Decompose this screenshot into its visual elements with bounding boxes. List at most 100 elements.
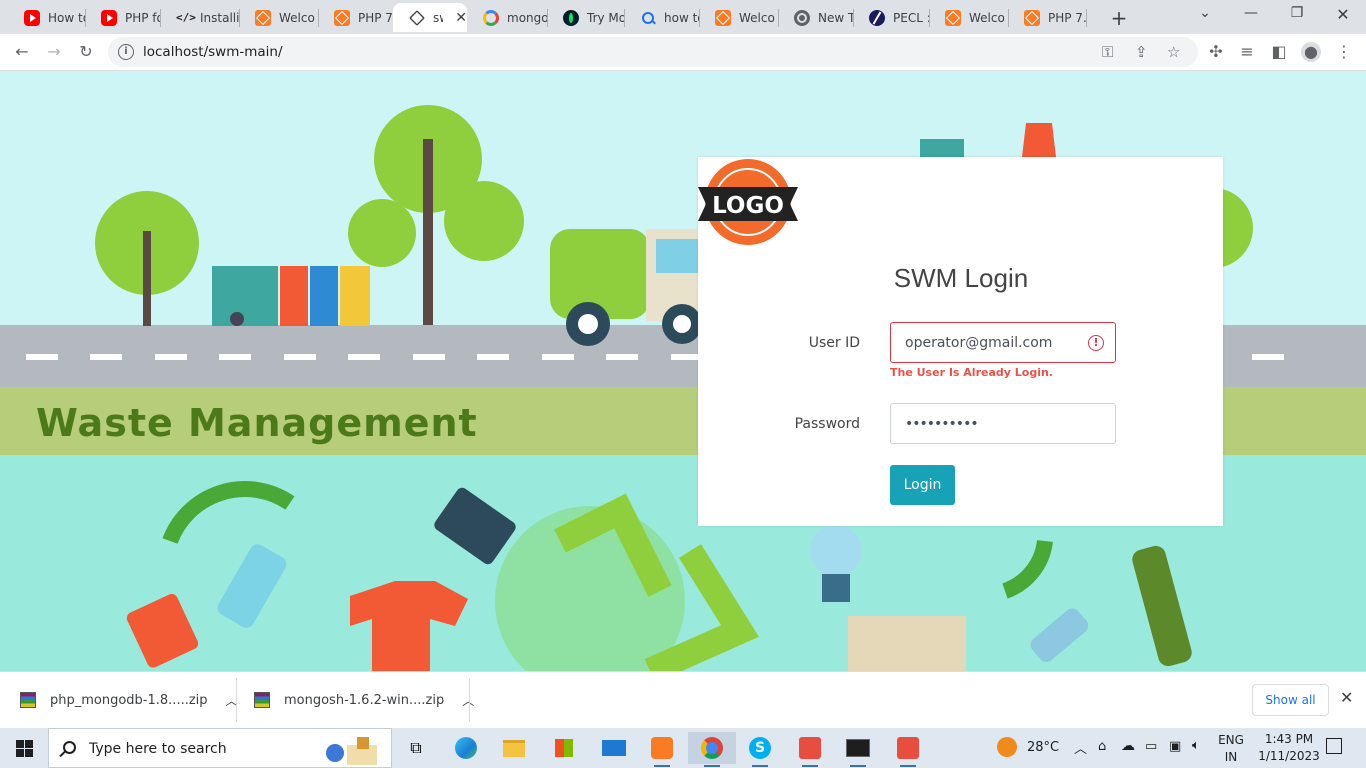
page-content: Waste Management LOGO SWM Login User ID … [0, 71, 1366, 671]
tab-title[interactable]: Try Mo [587, 11, 624, 25]
tab-title[interactable]: mongo [507, 11, 547, 25]
user-id-field[interactable]: operator@gmail.com ! [890, 322, 1116, 363]
code-icon: </> [176, 10, 196, 24]
tab-title[interactable]: swi [433, 11, 443, 25]
skype-icon[interactable]: S [736, 732, 784, 767]
back-arrow-icon[interactable]: ← [12, 42, 32, 62]
layers-icon [409, 9, 425, 26]
tab-title[interactable]: Welco [969, 11, 1005, 25]
onedrive-cloud-icon[interactable]: ☁ [1121, 738, 1135, 754]
forward-arrow-icon[interactable]: → [44, 42, 64, 62]
task-view-icon[interactable]: ⧉ [392, 732, 440, 764]
reading-list-icon[interactable]: ≡ [1237, 42, 1257, 62]
close-icon[interactable]: ✕ [1340, 688, 1353, 707]
password-field[interactable]: •••••••••• [890, 403, 1116, 444]
tab-4[interactable]: Welco [239, 3, 318, 32]
tab-title[interactable]: PHP 7. [1048, 11, 1086, 25]
battery-icon[interactable]: ▭ [1145, 739, 1157, 754]
tab-13[interactable]: Welco [929, 3, 1008, 32]
tab-10[interactable]: Welco [699, 3, 778, 32]
chevron-up-tray-icon[interactable]: ︿ [1074, 738, 1087, 757]
download-file-name[interactable]: mongosh-1.6.2-win....zip [284, 693, 444, 708]
xampp-icon [715, 9, 731, 26]
download-item-mongosh[interactable]: mongosh-1.6.2-win....zip ︿ [254, 672, 474, 728]
tab-3[interactable]: </> Installi [160, 3, 239, 32]
banner-title: Waste Management [36, 401, 478, 445]
tab-title[interactable]: Welco [739, 11, 775, 25]
chrome-taskbar-icon[interactable] [688, 732, 736, 767]
xampp-taskbar-icon[interactable] [638, 732, 686, 767]
tab-8[interactable]: Try Mo [547, 3, 624, 32]
site-info-icon[interactable]: i [118, 44, 134, 60]
profile-avatar-icon[interactable]: ● [1301, 42, 1321, 62]
git-app-icon-2[interactable] [884, 732, 932, 767]
browser-toolbar: ← → ↻ i localhost/swm-main/ ⚿ ⇪ ☆ ✣ ≡ ◧ … [0, 34, 1366, 71]
archive-file-icon [254, 692, 270, 708]
tab-12[interactable]: PECL :: [853, 3, 929, 32]
key-icon[interactable]: ⚿ [1102, 43, 1113, 61]
volume-icon[interactable]: 🔈︎ [1192, 738, 1200, 753]
edge-browser-icon[interactable] [442, 732, 490, 764]
xampp-icon [1024, 9, 1040, 26]
login-title: SWM Login [893, 263, 1029, 293]
windows-start-button[interactable] [16, 740, 33, 757]
weather-sun-icon[interactable] [997, 737, 1017, 757]
taskbar-search-box[interactable]: Type here to search [48, 728, 392, 768]
tab-14[interactable]: PHP 7. [1008, 3, 1086, 32]
tab-11[interactable]: New Ta [778, 3, 853, 32]
url-text[interactable]: localhost/swm-main/ [143, 44, 283, 60]
search-icon [63, 741, 76, 754]
new-tab-button[interactable]: + [1108, 6, 1130, 30]
bookmark-star-icon[interactable]: ☆ [1167, 43, 1180, 61]
tab-search-chevron-icon[interactable]: ⌄ [1182, 5, 1228, 21]
minimize-button[interactable]: — [1228, 5, 1274, 21]
reload-icon[interactable]: ↻ [76, 42, 96, 62]
close-tab-icon[interactable]: ✕ [455, 10, 467, 26]
tab-5[interactable]: PHP 7. [318, 3, 393, 32]
tab-title[interactable]: How to [48, 11, 85, 25]
login-button[interactable]: Login [890, 465, 955, 505]
tab-2[interactable]: PHP fo [85, 3, 160, 32]
temperature-text[interactable]: 28°C [1027, 740, 1059, 755]
login-card: LOGO SWM Login User ID operator@gmail.co… [698, 157, 1223, 526]
terminal-icon[interactable] [834, 732, 882, 767]
notifications-icon[interactable] [1326, 738, 1342, 754]
more-menu-icon[interactable]: ⋮ [1334, 42, 1354, 62]
tab-title[interactable]: PHP fo [125, 11, 160, 25]
youtube-icon [24, 9, 40, 26]
show-all-button[interactable]: Show all [1252, 684, 1329, 716]
network-icon[interactable]: ▣ [1169, 739, 1181, 754]
download-item-php-mongodb[interactable]: php_mongodb-1.8.....zip ︿ [20, 672, 238, 728]
tab-strip: How to PHP fo </> Installi Welco PHP 7. swi ✕ mo… [0, 0, 1366, 34]
meet-now-icon[interactable]: ⌂ [1098, 739, 1106, 754]
tab-title[interactable]: Welco [279, 11, 315, 25]
tab-title[interactable]: New Ta [818, 11, 853, 25]
address-bar[interactable]: i localhost/swm-main/ ⚿ ⇪ ☆ [108, 37, 1198, 67]
close-window-button[interactable]: ✕ [1320, 5, 1366, 24]
mongodb-icon [563, 9, 579, 26]
user-id-value[interactable]: operator@gmail.com [905, 335, 1052, 351]
xampp-icon [255, 9, 271, 26]
tab-title[interactable]: how to [664, 11, 699, 25]
tab-title[interactable]: Installi [200, 11, 239, 25]
git-app-icon[interactable] [786, 732, 834, 767]
restore-button[interactable]: ❐ [1274, 5, 1320, 21]
language-region: IN [1224, 750, 1238, 764]
tab-6[interactable]: swi ✕ [393, 3, 467, 32]
clock[interactable]: 1:43 PM 1/11/2023 [1254, 732, 1324, 763]
password-value[interactable]: •••••••••• [905, 416, 979, 432]
extensions-puzzle-icon[interactable]: ✣ [1206, 42, 1226, 62]
tab-title[interactable]: PHP 7. [358, 11, 393, 25]
microsoft-store-icon[interactable] [540, 732, 588, 764]
mail-icon[interactable] [590, 732, 638, 764]
tab-1[interactable]: How to [8, 3, 85, 32]
side-panel-icon[interactable]: ◧ [1269, 42, 1289, 62]
tab-title[interactable]: PECL :: [893, 11, 929, 25]
share-icon[interactable]: ⇪ [1135, 43, 1148, 61]
taskbar-search-placeholder[interactable]: Type here to search [89, 741, 227, 757]
file-explorer-icon[interactable] [490, 732, 538, 764]
language-indicator[interactable]: ENG IN [1218, 733, 1244, 764]
tab-7[interactable]: mongo [467, 3, 547, 32]
download-file-name[interactable]: php_mongodb-1.8.....zip [50, 693, 208, 708]
tab-9[interactable]: how to [624, 3, 699, 32]
